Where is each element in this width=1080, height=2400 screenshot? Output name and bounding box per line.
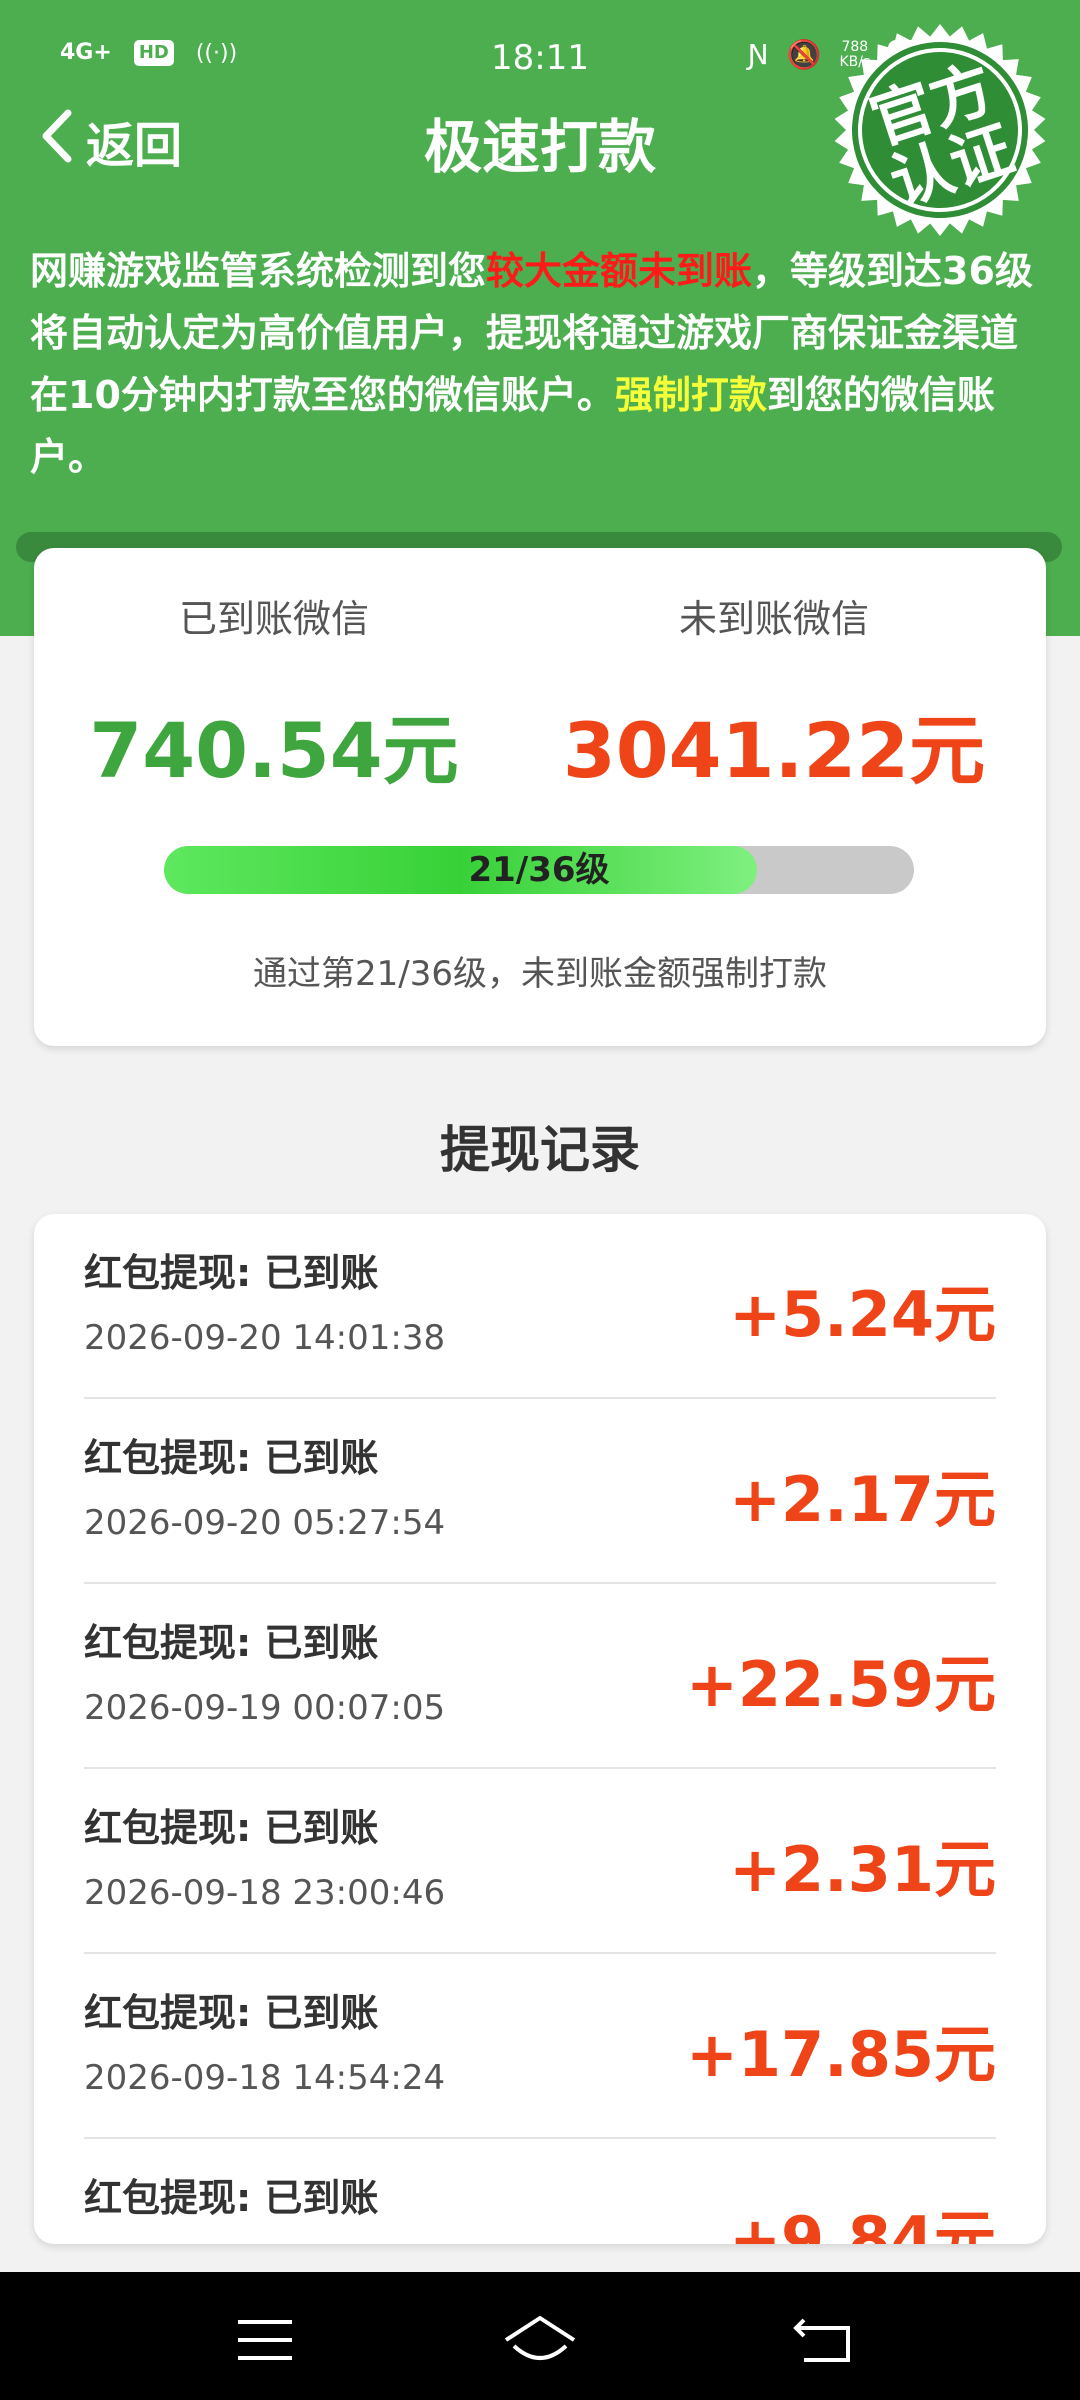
level-progress-text: 21/36级 (468, 850, 610, 890)
record-time: 2026-09-19 00:07:05 (84, 1688, 446, 1728)
record-time: 2026-09-20 05:27:54 (84, 1503, 446, 1543)
pending-column: 未到账微信 3041.22元 (534, 588, 1014, 799)
pending-amount: 3041.22元 (562, 706, 986, 795)
record-label: 红包提现: 已到账 (84, 2176, 379, 2220)
record-label: 红包提现: 已到账 (84, 1251, 379, 1295)
notice-highlight-unreceived: 较大金额未到账 (486, 249, 753, 293)
record-amount: +9.84元 (729, 2203, 996, 2244)
record-amount: +2.17元 (729, 1463, 996, 1536)
return-button[interactable] (790, 2312, 870, 2368)
nfc-icon: Ɲ (747, 38, 769, 71)
list-item: 红包提现: 已到账 +9.84元 (84, 2139, 996, 2244)
home-button[interactable] (500, 2312, 580, 2368)
record-label: 红包提现: 已到账 (84, 1436, 379, 1480)
home-icon (504, 2316, 576, 2360)
system-navigation-bar (0, 2272, 1080, 2400)
record-amount: +5.24元 (729, 1278, 996, 1351)
menu-button[interactable] (230, 2312, 310, 2368)
menu-icon (238, 2320, 292, 2360)
received-label: 已到账微信 (178, 597, 369, 641)
notice-highlight-forced: 强制打款 (614, 373, 767, 417)
list-item: 红包提现: 已到账 2026-09-19 00:07:05 +22.59元 (84, 1584, 996, 1769)
level-progress-bar: 21/36级 (164, 846, 914, 894)
progress-hint: 通过第21/36级，未到账金额强制打款 (253, 954, 827, 994)
received-amount: 740.54元 (89, 706, 459, 795)
list-item: 红包提现: 已到账 2026-09-20 14:01:38 +5.24元 (84, 1214, 996, 1399)
notice-text: 网赚游戏监管系统检测到您较大金额未到账，等级到达36级将自动认定为高价值用户，提… (30, 240, 1055, 488)
record-label: 红包提现: 已到账 (84, 1621, 379, 1665)
record-amount: +2.31元 (729, 1833, 996, 1906)
record-amount: +22.59元 (685, 1648, 996, 1721)
record-label: 红包提现: 已到账 (84, 1991, 379, 2035)
notice-part1: 网赚游戏监管系统检测到您 (30, 249, 487, 293)
record-amount: +17.85元 (685, 2018, 996, 2091)
received-column: 已到账微信 740.54元 (34, 588, 514, 799)
list-item: 红包提现: 已到账 2026-09-20 05:27:54 +2.17元 (84, 1399, 996, 1584)
list-item: 红包提现: 已到账 2026-09-18 14:54:24 +17.85元 (84, 1954, 996, 2139)
balance-card: 已到账微信 740.54元 未到账微信 3041.22元 21/36级 通过第2… (34, 548, 1046, 1046)
records-title: 提现记录 (440, 1121, 640, 1179)
return-icon (793, 2318, 850, 2362)
record-label: 红包提现: 已到账 (84, 1806, 379, 1850)
list-item: 红包提现: 已到账 2026-09-18 23:00:46 +2.31元 (84, 1769, 996, 1954)
record-time: 2026-09-18 14:54:24 (84, 2058, 446, 2098)
pending-label: 未到账微信 (678, 597, 869, 641)
records-list: 红包提现: 已到账 2026-09-20 14:01:38 +5.24元 红包提… (34, 1214, 1046, 2244)
record-time: 2026-09-18 23:00:46 (84, 1873, 446, 1913)
record-time: 2026-09-20 14:01:38 (84, 1318, 446, 1358)
